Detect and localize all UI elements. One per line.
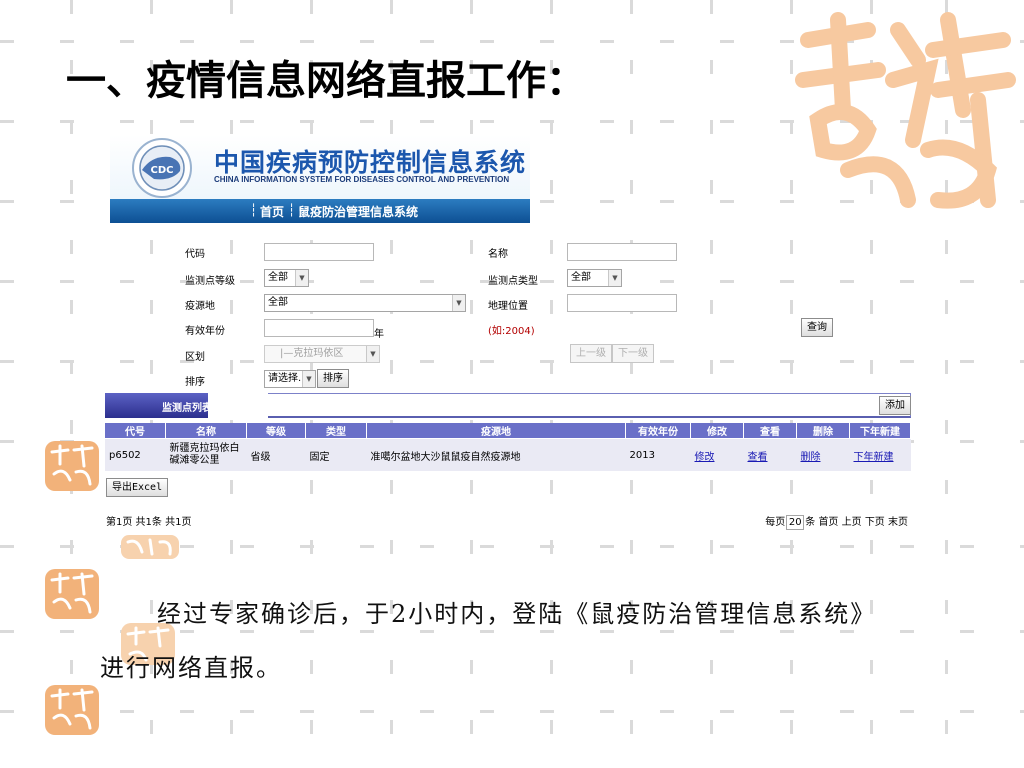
sort-button[interactable]: 排序: [317, 369, 349, 388]
region-select[interactable]: |—克拉玛依区 ▼: [264, 345, 380, 363]
column-header: 删除: [796, 423, 850, 439]
seal-decoration-icon: [45, 569, 99, 619]
chevron-down-icon: ▼: [366, 346, 379, 362]
level-select[interactable]: 全部 ▼: [264, 269, 309, 287]
region-down-button[interactable]: 下一级: [612, 344, 654, 363]
column-header: 名称: [165, 423, 247, 439]
column-header: 查看: [743, 423, 797, 439]
system-subtitle: CHINA INFORMATION SYSTEM FOR DISEASES CO…: [214, 175, 510, 184]
year-label: 有效年份: [185, 326, 225, 337]
region-label: 区划: [185, 352, 205, 363]
year-unit: 年: [374, 329, 384, 340]
system-banner: CDC 中国疾病预防控制信息系统 CHINA INFORMATION SYSTE…: [110, 135, 530, 223]
list-panel-title: 监测点列表: [162, 403, 212, 414]
per-page-input[interactable]: 20: [786, 514, 805, 530]
query-button[interactable]: 查询: [801, 318, 833, 337]
table-row: p6502 新疆克拉玛依白碱滩零公里 省级 固定 准噶尔盆地大沙鼠鼠疫自然疫源地…: [105, 438, 911, 471]
location-label: 地理位置: [488, 301, 528, 312]
sort-label: 排序: [185, 377, 205, 388]
cell-edit: 修改: [690, 438, 744, 471]
view-link[interactable]: 查看: [748, 452, 768, 463]
cell-view: 查看: [743, 438, 797, 471]
next-page-link[interactable]: 下页: [865, 517, 885, 528]
cell-code: p6502: [105, 438, 166, 471]
column-header: 代号: [105, 423, 166, 439]
edit-link[interactable]: 修改: [695, 452, 715, 463]
chevron-down-icon: ▼: [452, 295, 465, 311]
nav-home-link[interactable]: 首页: [260, 203, 284, 220]
body-text-line-1: 经过专家确诊后，于2小时内，登陆《鼠疫防治管理信息系统》: [157, 600, 877, 628]
system-screenshot: CDC 中国疾病预防控制信息系统 CHINA INFORMATION SYSTE…: [100, 135, 920, 535]
body-text-line-2: 进行网络直报。: [100, 654, 282, 682]
nav-separator: ┆: [250, 203, 258, 217]
cell-year: 2013: [625, 438, 691, 471]
slide-title: 一、疫情信息网络直报工作：: [66, 57, 586, 104]
type-select[interactable]: 全部 ▼: [567, 269, 622, 287]
nav-separator: ┆: [288, 203, 296, 217]
cell-name: 新疆克拉玛依白碱滩零公里: [165, 438, 247, 471]
year-hint: (如:2004): [488, 326, 535, 337]
cdc-logo-icon: CDC: [132, 138, 192, 198]
seal-decoration-icon: [45, 441, 99, 491]
table-header-row: 代号 名称 等级 类型 疫源地 有效年份 修改 查看 删除 下年新建: [105, 423, 911, 439]
name-input[interactable]: [567, 243, 677, 261]
column-header: 等级: [246, 423, 306, 439]
code-label: 代码: [185, 249, 205, 260]
monitoring-point-table: 代号 名称 等级 类型 疫源地 有效年份 修改 查看 删除 下年新建 p6502…: [105, 423, 911, 471]
location-input[interactable]: [567, 294, 677, 312]
cell-delete: 删除: [796, 438, 850, 471]
column-header: 有效年份: [625, 423, 691, 439]
next-year-link[interactable]: 下年新建: [854, 452, 894, 463]
svg-text:CDC: CDC: [151, 165, 174, 176]
region-up-button[interactable]: 上一级: [570, 344, 612, 363]
seal-decoration-icon: [121, 535, 179, 559]
first-page-link[interactable]: 首页: [818, 517, 838, 528]
year-input[interactable]: [264, 319, 374, 337]
delete-link[interactable]: 删除: [801, 452, 821, 463]
seal-decoration-icon: [45, 685, 99, 735]
chevron-down-icon: ▼: [295, 270, 308, 286]
code-input[interactable]: [264, 243, 374, 261]
pager-info: 第1页 共1条 共1页: [106, 517, 192, 528]
name-label: 名称: [488, 249, 508, 260]
focus-label: 疫源地: [185, 301, 215, 312]
column-header: 下年新建: [849, 423, 911, 439]
column-header: 类型: [305, 423, 367, 439]
type-label: 监测点类型: [488, 276, 538, 287]
nav-module-link[interactable]: 鼠疫防治管理信息系统: [298, 203, 418, 220]
cell-focus: 准噶尔盆地大沙鼠鼠疫自然疫源地: [366, 438, 626, 471]
per-page-suffix: 条: [805, 517, 816, 528]
system-title: 中国疾病预防控制信息系统: [214, 148, 527, 177]
column-header: 修改: [690, 423, 744, 439]
cell-level: 省级: [246, 438, 306, 471]
chevron-down-icon: ▼: [608, 270, 621, 286]
level-label: 监测点等级: [185, 276, 235, 287]
chevron-down-icon: ▼: [302, 371, 315, 387]
pager-controls: 每页 20 条 首页 上页 下页 末页: [765, 513, 908, 530]
last-page-link[interactable]: 末页: [888, 517, 908, 528]
cell-next-year: 下年新建: [849, 438, 911, 471]
per-page-prefix: 每页: [765, 517, 786, 528]
prev-page-link[interactable]: 上页: [842, 517, 862, 528]
sort-select[interactable]: 请选择... ▼: [264, 370, 316, 388]
export-excel-button[interactable]: 导出Excel: [106, 478, 169, 497]
column-header: 疫源地: [366, 423, 626, 439]
focus-select[interactable]: 全部 ▼: [264, 294, 466, 312]
add-button[interactable]: 添加: [879, 396, 911, 415]
cell-type: 固定: [305, 438, 367, 471]
